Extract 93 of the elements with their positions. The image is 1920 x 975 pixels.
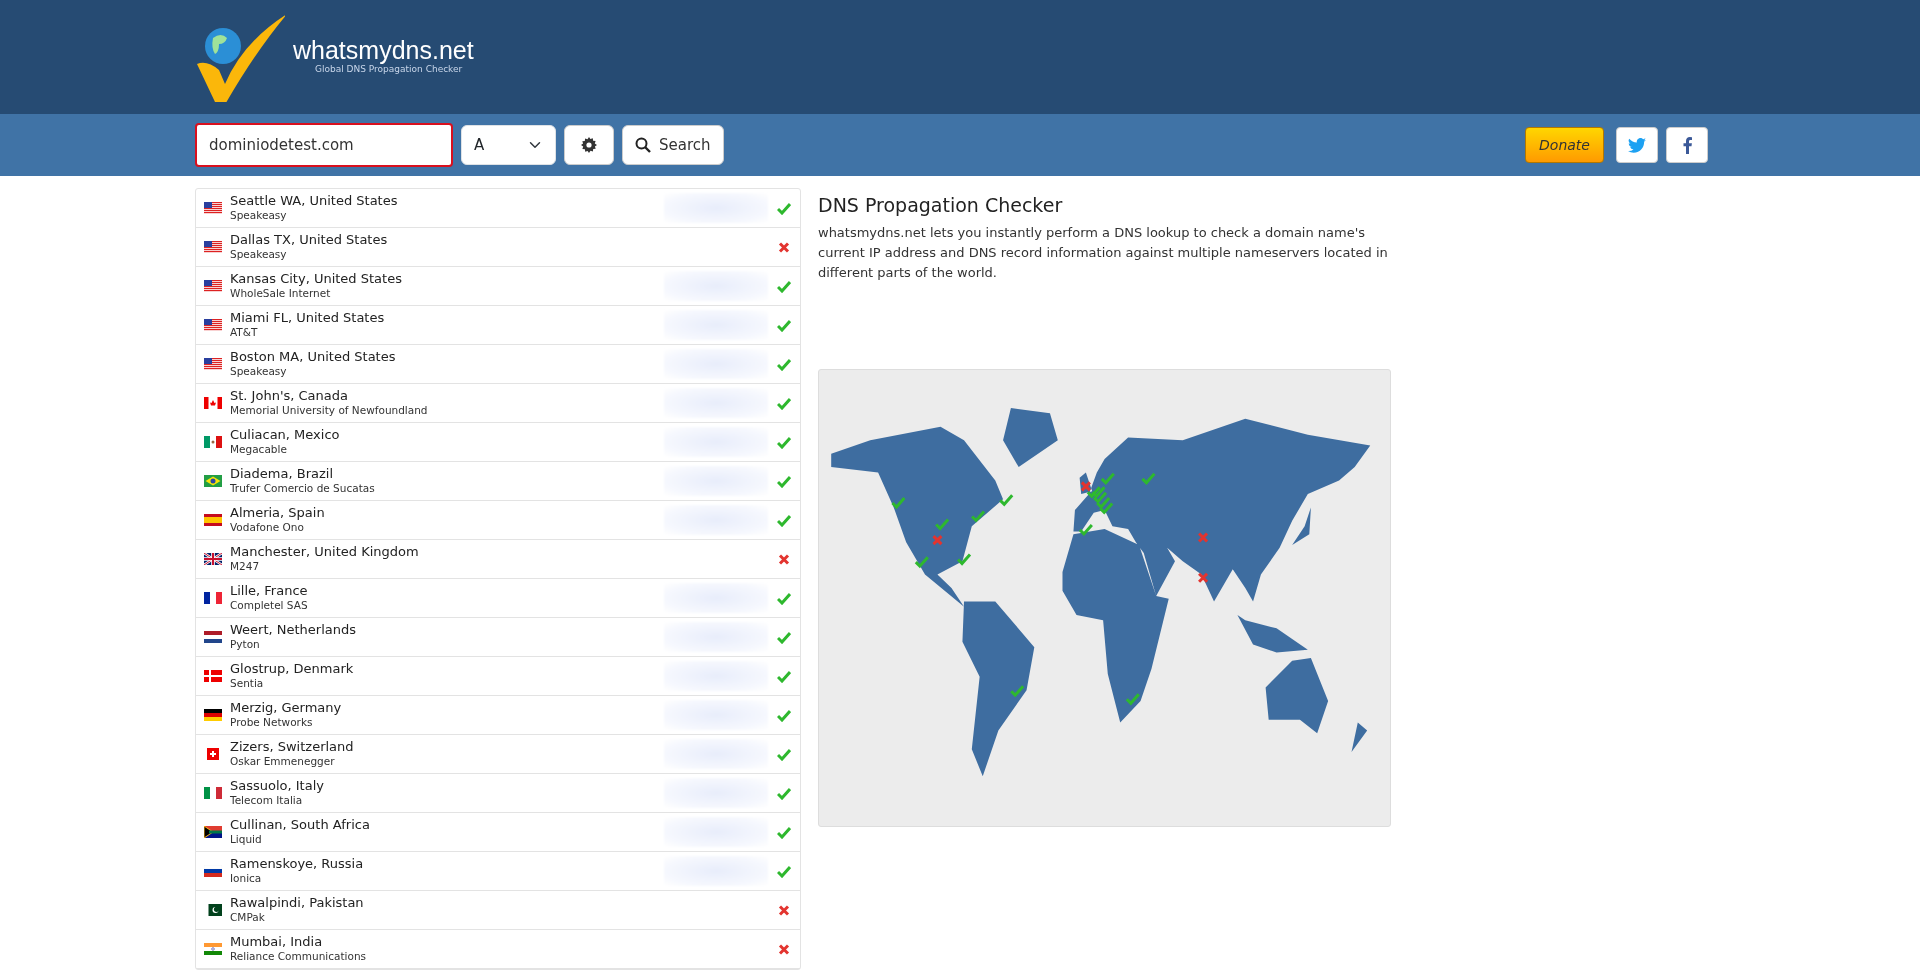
city-name: Diadema, Brazil (230, 466, 334, 482)
settings-icon (581, 137, 597, 154)
check-marker-icon (957, 553, 972, 566)
bird-icon (1628, 138, 1646, 153)
check-marker-icon (999, 494, 1014, 507)
search-icon (635, 137, 651, 153)
flag-icon (204, 202, 222, 214)
flag-icon (204, 670, 222, 682)
check-marker-icon (1100, 473, 1115, 486)
city-name: Almeria, Spain (230, 505, 326, 521)
provider-name: Telecom Italia (230, 793, 304, 808)
check-marker-icon (971, 510, 986, 523)
flag-icon (204, 709, 222, 721)
flag-icon (204, 943, 222, 955)
provider-name: Liquid (230, 832, 263, 847)
provider-name: Speakeasy (230, 247, 288, 262)
search-button[interactable]: Search (622, 125, 724, 165)
check-marker-icon (914, 556, 929, 569)
donate-button[interactable]: Donate (1525, 127, 1604, 163)
city-name: Miami FL, United States (230, 310, 386, 326)
provider-name: Ionica (230, 871, 263, 886)
flag-icon (204, 748, 222, 760)
city-name: Kansas City, United States (230, 271, 403, 287)
flag-icon (204, 787, 222, 799)
check-marker-icon (1141, 473, 1156, 486)
check-marker-icon (1091, 486, 1106, 499)
provider-name: Megacable (230, 442, 288, 457)
flag-icon (204, 553, 222, 565)
flag-icon (204, 514, 222, 526)
provider-name: Trufer Comercio de Sucatas (230, 481, 376, 496)
city-name: Seattle WA, United States (230, 193, 399, 209)
cross-marker-icon (931, 534, 943, 546)
city-name: St. John's, Canada (230, 388, 349, 404)
provider-name: AT&T (230, 325, 259, 340)
provider-name: WholeSale Internet (230, 286, 332, 301)
city-name: Weert, Netherlands (230, 622, 358, 638)
check-marker-icon (891, 497, 906, 510)
city-name: Glostrup, Denmark (230, 661, 355, 677)
flag-icon (204, 631, 222, 643)
cross-marker-icon (1197, 572, 1209, 584)
provider-name: Completel SAS (230, 598, 309, 613)
description-text: whatsmydns.net lets you instantly perform a DNS lookup to check a domain name's current IP address and DNS record information against multiple nameservers located in different parts of the world. (818, 223, 1389, 283)
cross-marker-icon (1197, 532, 1209, 544)
letter-f-icon (1682, 137, 1692, 154)
provider-name: Reliance Communications (230, 949, 367, 964)
flag-icon (204, 592, 222, 604)
flag-icon (204, 280, 222, 292)
check-marker-icon (1099, 502, 1114, 515)
city-name: Zizers, Switzerland (230, 739, 355, 755)
provider-name: Pyton (230, 637, 261, 652)
facebook-button[interactable] (1666, 127, 1708, 163)
city-name: Boston MA, United States (230, 349, 397, 365)
cross-marker-icon (1080, 481, 1092, 493)
flag-icon (204, 319, 222, 331)
check-marker-icon (1092, 491, 1107, 504)
city-name: Sassuolo, Italy (230, 778, 325, 794)
city-name: Ramenskoye, Russia (230, 856, 365, 872)
city-name: Manchester, United Kingdom (230, 544, 420, 560)
city-name: Dallas TX, United States (230, 232, 389, 248)
provider-name: Speakeasy (230, 208, 288, 223)
check-marker-icon (935, 518, 950, 531)
check-marker-icon (1096, 497, 1111, 510)
city-name: Mumbai, India (230, 934, 324, 950)
city-name: Lille, France (230, 583, 309, 599)
provider-name: Vodafone Ono (230, 520, 305, 535)
flag-icon (204, 475, 222, 487)
flag-icon (204, 358, 222, 370)
check-marker-icon (1086, 486, 1101, 499)
provider-name: Memorial University of Newfoundland (230, 403, 429, 418)
provider-name: CMPak (230, 910, 266, 925)
city-name: Culiacan, Mexico (230, 427, 341, 443)
city-name: Merzig, Germany (230, 700, 343, 716)
city-name: Rawalpindi, Pakistan (230, 895, 365, 911)
check-marker-icon (1010, 685, 1025, 698)
flag-icon (204, 397, 222, 409)
page-title: DNS Propagation Checker (818, 194, 1064, 217)
provider-name: Sentia (230, 676, 265, 691)
flag-icon (204, 865, 222, 877)
check-marker-icon (1078, 524, 1093, 537)
settings-button[interactable] (564, 125, 614, 165)
flag-icon (204, 241, 222, 253)
provider-name: Speakeasy (230, 364, 288, 379)
twitter-button[interactable] (1616, 127, 1658, 163)
domain-input[interactable]: dominiodetest.com (195, 123, 453, 167)
provider-name: M247 (230, 559, 261, 574)
city-name: Cullinan, South Africa (230, 817, 371, 833)
tagline: Global DNS Propagation Checker (315, 63, 463, 76)
provider-name: Oskar Emmenegger (230, 754, 336, 769)
flag-icon (204, 436, 222, 448)
provider-name: Probe Networks (230, 715, 314, 730)
record-type-select[interactable]: A (461, 125, 556, 165)
flag-icon (204, 826, 222, 838)
check-marker-icon (1125, 693, 1140, 706)
